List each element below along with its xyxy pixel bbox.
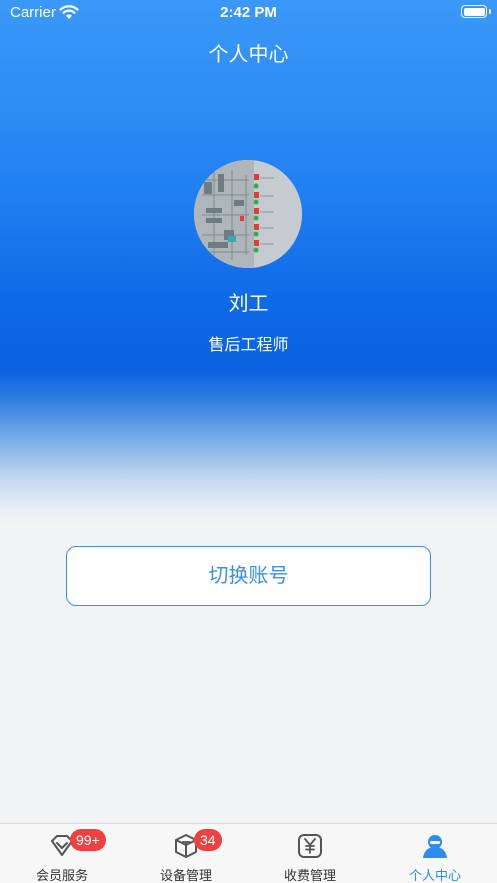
tab-member-services[interactable]: 99+ 会员服务 xyxy=(0,824,124,883)
yen-icon xyxy=(298,834,322,858)
tab-bar: 99+ 会员服务 34 设备管理 收费管理 个人中心 xyxy=(0,823,497,883)
tab-label: 会员服务 xyxy=(35,869,88,883)
tab-fee-management[interactable]: 收费管理 xyxy=(248,824,372,883)
tab-label: 个人中心 xyxy=(408,869,461,883)
badge-device-management: 34 xyxy=(194,829,222,851)
page-title: 个人中心 xyxy=(208,42,289,66)
tab-label: 设备管理 xyxy=(159,869,212,883)
profile-screen: Carrier 2:42 PM 个人中心 刘工 售后工程师 切换账号 99+ 会… xyxy=(0,0,497,883)
badge-member-services: 99+ xyxy=(70,829,106,851)
user-name: 刘工 xyxy=(228,291,269,315)
tab-label: 收费管理 xyxy=(283,869,336,883)
circuit-board-image xyxy=(194,160,302,268)
avatar[interactable] xyxy=(194,160,302,268)
tab-personal-center[interactable]: 个人中心 xyxy=(373,824,497,883)
person-icon xyxy=(423,835,447,858)
clock: 2:42 PM xyxy=(220,4,277,21)
user-role: 售后工程师 xyxy=(208,335,289,354)
battery-icon xyxy=(461,5,487,18)
switch-account-button[interactable]: 切换账号 xyxy=(66,546,431,606)
status-bar: Carrier 2:42 PM xyxy=(0,0,497,26)
tab-device-management[interactable]: 34 设备管理 xyxy=(124,824,248,883)
